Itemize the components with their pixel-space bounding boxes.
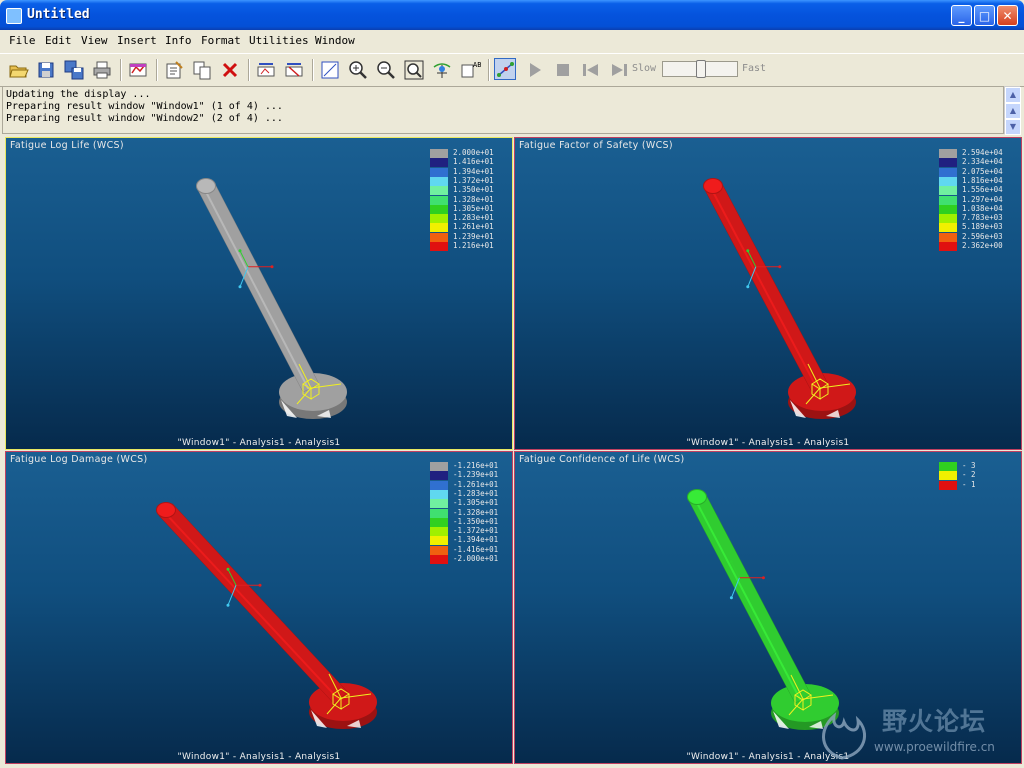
play-icon[interactable]	[524, 59, 546, 81]
minimize-button[interactable]: _	[951, 5, 972, 26]
main-window: Untitled _ □ ✕ File Edit View Insert Inf…	[0, 0, 1024, 768]
print-icon[interactable]	[91, 59, 113, 81]
shaft-end-cap	[196, 178, 216, 194]
shaft-highlight	[163, 511, 340, 701]
window-title: Untitled	[27, 7, 90, 22]
shaft-highlight	[693, 497, 802, 701]
animate-icon[interactable]	[494, 58, 516, 80]
triad-tip	[238, 285, 242, 289]
svg-text:AB: AB	[473, 61, 481, 69]
save-copy-icon[interactable]	[63, 59, 85, 81]
result-window-icon[interactable]	[127, 59, 149, 81]
scroll-up-icon[interactable]: ▲	[1005, 87, 1021, 103]
menu-insert[interactable]: Insert	[117, 34, 157, 47]
scroll-down-icon[interactable]: ▼	[1005, 119, 1021, 135]
menu-view[interactable]: View	[81, 34, 108, 47]
shaft-body	[159, 503, 348, 705]
triad-tip	[226, 567, 230, 571]
menu-edit[interactable]: Edit	[45, 34, 72, 47]
viewport-footer: "Window1" - Analysis1 - Analysis1	[686, 438, 850, 448]
last-frame-icon[interactable]	[608, 59, 630, 81]
hide-icon[interactable]	[283, 59, 305, 81]
shaft-model	[156, 502, 377, 729]
fast-label: Fast	[742, 63, 767, 74]
forum-watermark: 野火论坛 www.proewildfire.cn	[812, 702, 1022, 764]
viewport-fatigue-factor-of-safety[interactable]: Fatigue Factor of Safety (WCS) 2.594e+04…	[514, 137, 1022, 450]
open-icon[interactable]	[7, 59, 29, 81]
shaft-model	[703, 178, 856, 419]
zoom-out-icon[interactable]	[375, 59, 397, 81]
zoom-fit-icon[interactable]	[403, 59, 425, 81]
watermark-url: www.proewildfire.cn	[874, 740, 995, 754]
shaft-end-cap	[687, 489, 707, 505]
scroll-page-icon[interactable]: ▲	[1005, 103, 1021, 119]
delete-icon[interactable]	[219, 59, 241, 81]
shaft-model	[196, 178, 347, 419]
viewport-fatigue-log-damage[interactable]: Fatigue Log Damage (WCS) -1.216e+01 -1.23…	[5, 451, 513, 764]
toolbar: AB	[0, 53, 1024, 87]
maximize-button[interactable]: □	[974, 5, 995, 26]
triad-tip	[226, 603, 230, 607]
viewport-footer: "Window1" - Analysis1 - Analysis1	[177, 752, 341, 762]
speed-slider-thumb[interactable]	[696, 60, 706, 78]
speed-slider[interactable]	[662, 60, 738, 78]
triad-tip	[270, 265, 274, 269]
show-icon[interactable]	[255, 59, 277, 81]
menu-info[interactable]: Info	[165, 34, 192, 47]
triad-tip	[238, 249, 242, 253]
edit-definition-icon[interactable]	[163, 59, 185, 81]
triad-tip	[729, 560, 733, 564]
legend-icon[interactable]: AB	[459, 59, 481, 81]
viewport-footer: "Window1" - Analysis1 - Analysis1	[177, 438, 341, 448]
triad-tip	[729, 596, 733, 600]
triad-tip	[258, 583, 262, 587]
message-scrollbar[interactable]: ▲ ▲ ▼	[1004, 86, 1021, 135]
menu-bar: File Edit View Insert Info Format Utilit…	[0, 30, 1024, 52]
save-icon[interactable]	[35, 59, 57, 81]
triad-tip	[746, 249, 750, 253]
message-line: Updating the display ...	[6, 89, 151, 100]
result-viewports: Fatigue Log Life (WCS) 2.000e+01 1.416e+0…	[2, 136, 1022, 766]
message-line: Preparing result window "Window1" (1 of …	[6, 101, 283, 112]
viewport-fatigue-log-life[interactable]: Fatigue Log Life (WCS) 2.000e+01 1.416e+0…	[5, 137, 513, 450]
copy-icon[interactable]	[191, 59, 213, 81]
shaft-end-cap	[703, 178, 723, 194]
menu-file[interactable]: File	[9, 34, 36, 47]
triad-tip	[746, 285, 750, 289]
flame-logo-icon	[822, 712, 867, 760]
zoom-in-icon[interactable]	[347, 59, 369, 81]
shaft-highlight	[202, 186, 310, 390]
menu-utilities[interactable]: Utilities	[249, 34, 309, 47]
message-area: Updating the display ... Preparing resul…	[2, 86, 1004, 134]
watermark-text: 野火论坛	[882, 707, 987, 736]
triad-tip	[778, 265, 782, 269]
view-options-icon[interactable]	[319, 59, 341, 81]
app-icon[interactable]	[6, 8, 22, 24]
menu-window[interactable]: Window	[315, 34, 355, 47]
slow-label: Slow	[632, 63, 657, 74]
first-frame-icon[interactable]	[580, 59, 602, 81]
shaft-highlight	[709, 186, 819, 390]
triad-tip	[761, 576, 765, 580]
stop-icon[interactable]	[552, 59, 574, 81]
close-button[interactable]: ✕	[997, 5, 1018, 26]
title-bar[interactable]: Untitled _ □ ✕	[0, 0, 1024, 30]
reorient-icon[interactable]	[431, 59, 453, 81]
message-line: Preparing result window "Window2" (2 of …	[6, 113, 283, 124]
menu-format[interactable]: Format	[201, 34, 241, 47]
shaft-end-cap	[156, 502, 176, 518]
